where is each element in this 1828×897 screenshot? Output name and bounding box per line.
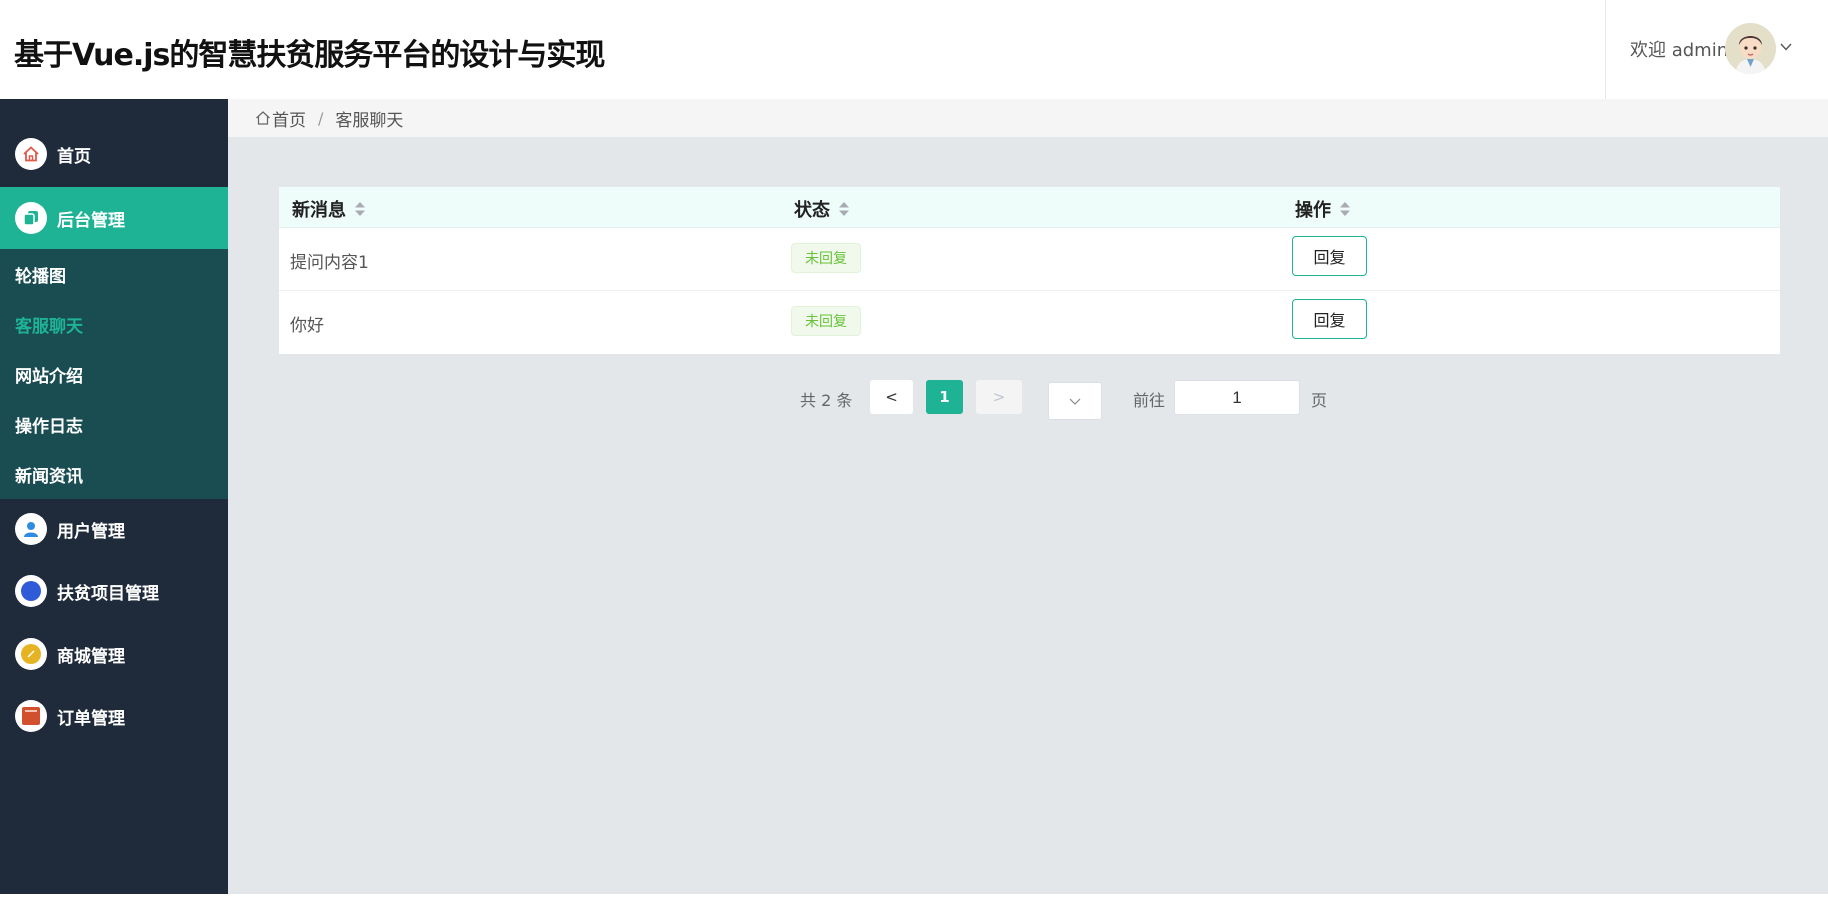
book-icon <box>15 700 47 732</box>
sidebar: 首页 后台管理 轮播图 客服聊天 网站介绍 操作日志 新闻资讯 用户管理 扶贫项… <box>0 99 228 894</box>
next-page-button[interactable]: > <box>976 380 1022 414</box>
message-cell: 你好 <box>290 316 324 336</box>
column-header-status[interactable]: 状态 <box>794 196 850 222</box>
table-row: 提问内容1 未回复 回复 <box>279 228 1780 291</box>
status-badge: 未回复 <box>791 243 861 273</box>
chevron-down-icon <box>1069 398 1081 405</box>
chevron-down-icon[interactable] <box>1779 40 1793 54</box>
column-header-label: 操作 <box>1295 200 1331 221</box>
coin-icon <box>15 638 47 670</box>
welcome-text[interactable]: 欢迎 admin <box>1630 36 1728 62</box>
page-size-select[interactable] <box>1048 382 1102 420</box>
breadcrumb: 首页 / 客服聊天 <box>228 99 1828 137</box>
prev-page-button[interactable]: < <box>870 380 913 414</box>
sidebar-item-mall[interactable]: 商城管理 <box>0 623 228 685</box>
breadcrumb-separator: / <box>318 108 324 128</box>
home-icon <box>15 138 47 170</box>
pagination-total: 共 2 条 <box>800 391 853 410</box>
sidebar-item-label: 订单管理 <box>57 708 125 729</box>
breadcrumb-current: 客服聊天 <box>335 110 404 131</box>
sidebar-item-label: 用户管理 <box>57 521 125 542</box>
reply-button[interactable]: 回复 <box>1292 236 1367 276</box>
breadcrumb-home[interactable]: 首页 <box>254 106 306 131</box>
breadcrumb-home-label: 首页 <box>272 110 306 131</box>
page-suffix-label: 页 <box>1311 391 1328 410</box>
sidebar-item-backend[interactable]: 后台管理 <box>0 187 228 249</box>
sort-icon[interactable] <box>1339 200 1351 218</box>
reply-button[interactable]: 回复 <box>1292 299 1367 339</box>
sort-icon[interactable] <box>838 200 850 218</box>
sidebar-item-label: 商城管理 <box>57 646 125 667</box>
sidebar-item-users[interactable]: 用户管理 <box>0 498 228 560</box>
app-title: 基于Vue.js的智慧扶贫服务平台的设计与实现 <box>14 38 605 73</box>
sidebar-item-label: 后台管理 <box>57 210 125 231</box>
submenu-item-carousel[interactable]: 轮播图 <box>15 262 66 287</box>
goto-label: 前往 <box>1133 391 1166 410</box>
column-header-label: 状态 <box>794 200 830 221</box>
sort-icon[interactable] <box>354 200 366 218</box>
submenu-item-operation-log[interactable]: 操作日志 <box>15 412 83 437</box>
compass-icon <box>15 575 47 607</box>
goto-page-input[interactable] <box>1174 380 1300 415</box>
pagination: 共 2 条 < 1 > 前往 页 <box>228 379 1828 420</box>
column-header-action[interactable]: 操作 <box>1295 196 1351 222</box>
submenu-item-site-intro[interactable]: 网站介绍 <box>15 362 83 387</box>
copy-icon <box>15 202 47 234</box>
page-number-1[interactable]: 1 <box>926 380 963 414</box>
submenu-item-customer-chat[interactable]: 客服聊天 <box>15 312 83 337</box>
sidebar-item-orders[interactable]: 订单管理 <box>0 685 228 747</box>
sidebar-item-poverty-projects[interactable]: 扶贫项目管理 <box>0 560 228 622</box>
column-header-label: 新消息 <box>292 200 346 221</box>
chat-table: 新消息 状态 操作 提问内容1 未回复 回复 你好 未回复 回复 <box>279 187 1780 354</box>
message-cell: 提问内容1 <box>290 253 369 273</box>
column-header-message[interactable]: 新消息 <box>292 196 366 222</box>
submenu-item-news[interactable]: 新闻资讯 <box>15 462 83 487</box>
backend-submenu: 轮播图 客服聊天 网站介绍 操作日志 新闻资讯 <box>0 249 228 499</box>
sidebar-item-home[interactable]: 首页 <box>0 123 228 185</box>
home-icon <box>256 111 270 125</box>
table-row: 你好 未回复 回复 <box>279 291 1780 354</box>
user-avatar[interactable] <box>1725 23 1776 74</box>
main-content: 首页 / 客服聊天 新消息 状态 操作 提问内容1 未回复 回复 你好 未回复 … <box>228 99 1828 894</box>
table-header: 新消息 状态 操作 <box>279 187 1780 228</box>
top-header: 基于Vue.js的智慧扶贫服务平台的设计与实现 欢迎 admin <box>0 0 1828 99</box>
sidebar-item-label: 扶贫项目管理 <box>57 583 159 604</box>
status-badge: 未回复 <box>791 306 861 336</box>
user-icon <box>15 513 47 545</box>
header-divider <box>1605 0 1606 99</box>
sidebar-item-label: 首页 <box>57 146 91 167</box>
